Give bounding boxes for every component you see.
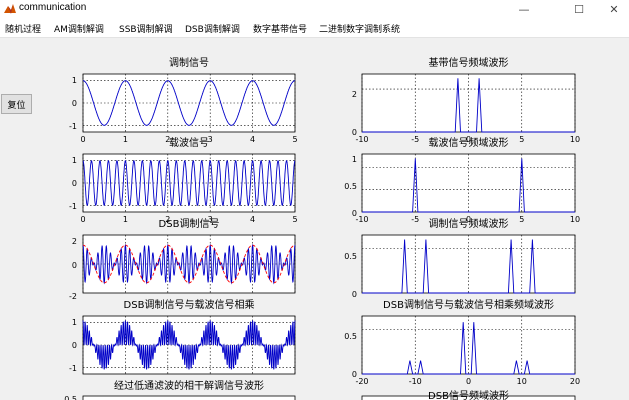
- x-tick-label: -10: [355, 135, 368, 144]
- y-tick-label: 0: [72, 99, 77, 108]
- y-tick-label: -1: [69, 202, 77, 211]
- x-tick-label: 5: [292, 215, 297, 224]
- x-tick-label: -10: [409, 377, 422, 386]
- x-tick-label: 20: [570, 377, 580, 386]
- y-tick-label: 0.5: [64, 395, 77, 400]
- plots-area: 10-10 1 2 3 4 510-10 1 2 3 4 520-210-120-10 -5 0 5 101…: [64, 56, 580, 400]
- plot-3: 1 0 -1: [69, 315, 296, 375]
- x-tick-label: 5: [292, 135, 297, 144]
- y-tick-label: 0: [72, 341, 77, 350]
- y-tick-label: -1: [69, 122, 77, 131]
- x-tick-label: 0: [80, 215, 85, 224]
- plot-title: DSB调制信号与载波信号相乘: [124, 298, 255, 311]
- plot-title: 载波信号频域波形: [429, 136, 509, 149]
- y-tick-label: 0.5: [344, 182, 357, 191]
- y-tick-label: 0.5: [344, 332, 357, 341]
- y-tick-label: 1: [352, 155, 357, 164]
- plot-title: 载波信号: [169, 136, 209, 149]
- plot-0: 10-10 1 2 3 4 5: [69, 73, 298, 144]
- y-tick-label: 0.5: [344, 252, 357, 261]
- y-tick-label: 1: [72, 156, 77, 165]
- x-tick-label: 10: [517, 377, 527, 386]
- x-tick-label: -10: [355, 215, 368, 224]
- y-tick-label: 2: [352, 90, 357, 99]
- x-tick-label: 5: [519, 135, 524, 144]
- y-tick-label: 0: [352, 290, 357, 299]
- x-tick-label: -20: [355, 377, 368, 386]
- x-tick-label: 4: [250, 135, 255, 144]
- plot-title: 经过低通滤波的相干解调信号波形: [114, 379, 264, 392]
- y-tick-label: 0: [72, 179, 77, 188]
- x-tick-label: 1: [123, 215, 128, 224]
- y-tick-label: 0: [72, 261, 77, 270]
- plot-1: 10-10 1 2 3 4 5: [69, 153, 298, 224]
- plot-8: 0.5: [64, 395, 296, 400]
- plot-7: 0.50-20 -10 0 10 20: [344, 315, 580, 386]
- plot-title: DSB信号频域波形: [428, 389, 509, 400]
- x-tick-label: 1: [123, 135, 128, 144]
- y-tick-label: 1: [72, 318, 77, 327]
- plot-title: 基带信号频域波形: [429, 56, 509, 69]
- plot-title: 调制信号: [169, 56, 209, 69]
- y-tick-label: -1: [69, 364, 77, 373]
- x-tick-label: 0: [466, 377, 471, 386]
- plot-title: 调制信号频域波形: [429, 217, 509, 230]
- plot-frame: [82, 395, 296, 400]
- plot-4: 20-10 -5 0 5 10: [352, 73, 580, 144]
- plot-2: 2 0 -2: [69, 234, 296, 301]
- plot-6: 0.50: [344, 234, 576, 299]
- x-tick-label: 10: [570, 135, 580, 144]
- x-tick-label: 0: [80, 135, 85, 144]
- x-tick-label: -5: [411, 135, 419, 144]
- plot-title: DSB调制信号: [159, 217, 220, 230]
- x-tick-label: 10: [570, 215, 580, 224]
- x-tick-label: -5: [411, 215, 419, 224]
- x-tick-label: 4: [250, 215, 255, 224]
- plot-5: 10.50-10 -5 0 5 10: [344, 153, 580, 224]
- x-tick-label: 5: [519, 215, 524, 224]
- y-tick-label: 2: [72, 237, 77, 246]
- plot-title: DSB调制信号与载波信号相乘频域波形: [383, 298, 554, 311]
- y-tick-label: -2: [69, 292, 77, 301]
- y-tick-label: 1: [72, 76, 77, 85]
